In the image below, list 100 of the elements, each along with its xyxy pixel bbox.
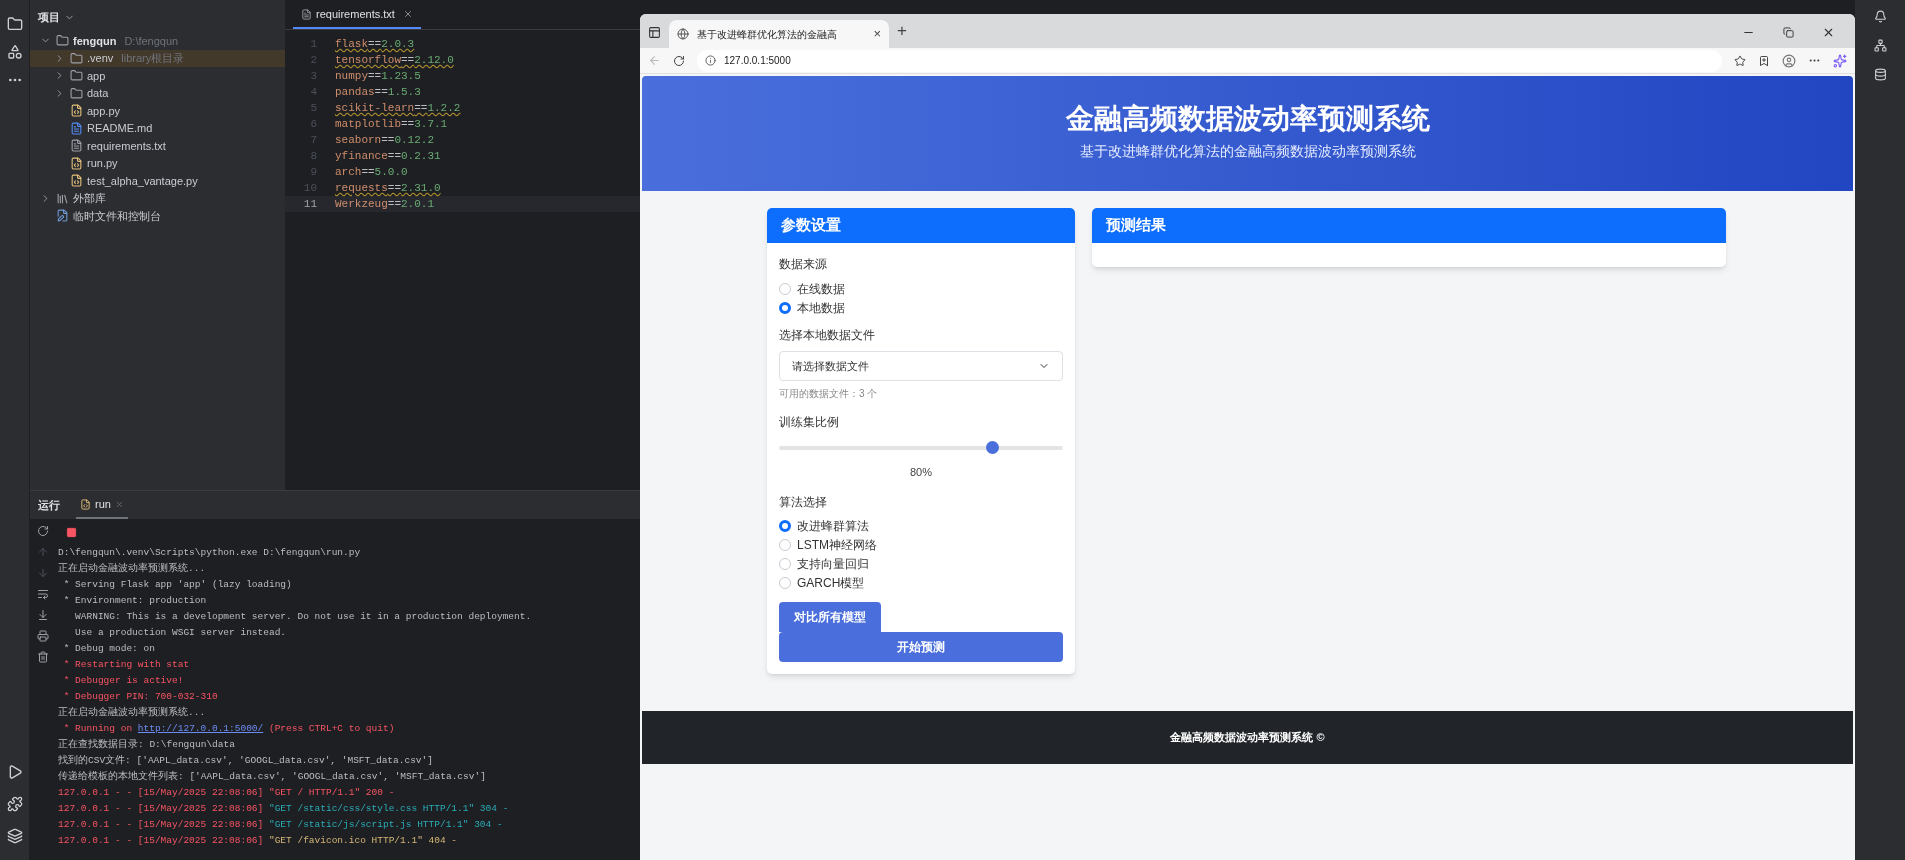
close-icon[interactable] — [402, 9, 413, 19]
structure-icon[interactable] — [6, 44, 23, 60]
code-line: tensorflow==2.12.0 — [335, 52, 454, 68]
run-tab[interactable]: run — [76, 491, 128, 519]
address-bar[interactable]: 127.0.0.1:5000 — [697, 49, 1722, 72]
tree-item[interactable]: test_alpha_vantage.py — [30, 172, 285, 190]
close-icon[interactable] — [1822, 26, 1835, 39]
file-select[interactable]: 请选择数据文件 — [779, 351, 1063, 381]
console-line: 找到的CSV文件: ['AAPL_data.csv', 'GOOGL_data.csv', 'MSFT_data.csv'] — [58, 754, 434, 768]
globe-icon — [677, 28, 689, 40]
console-line: 127.0.0.1 - - [15/May/2025 22:08:06] "GET /static/js/script.js HTTP/1.1" 304 - — [58, 818, 504, 832]
console-line: * Debugger is active! — [62, 674, 185, 688]
console-line: * Debug mode: on — [62, 642, 156, 656]
tree-item[interactable]: run.py — [30, 154, 285, 172]
tree-item[interactable]: README.md — [30, 119, 285, 137]
database-icon[interactable] — [1873, 68, 1887, 81]
console-line: 正在查找数据目录: D:\fengqun\data — [58, 738, 236, 752]
console-line: 127.0.0.1 - - [15/May/2025 22:08:06] "GET / HTTP/1.1" 200 - — [58, 786, 396, 800]
folder-icon — [70, 86, 83, 100]
radio-option[interactable]: LSTM神经网络 — [779, 535, 1063, 555]
tab-actions-icon[interactable] — [648, 26, 661, 39]
python-file-icon — [70, 156, 83, 170]
favorite-icon[interactable] — [1734, 54, 1746, 67]
refresh-icon[interactable] — [673, 54, 685, 67]
tree-item[interactable]: 临时文件和控制台 — [30, 207, 285, 225]
radio-button[interactable] — [779, 301, 791, 314]
python-file-icon — [70, 104, 83, 118]
compare-button[interactable]: 对比所有模型 — [779, 601, 881, 632]
code-line: seaborn==0.12.2 — [335, 132, 435, 148]
scratch-file-icon — [56, 209, 69, 223]
library-icon — [56, 191, 69, 205]
console-line: * Debugger PIN: 700-032-310 — [62, 690, 219, 704]
page-title: 金融高频数据波动率预测系统 — [1065, 105, 1430, 133]
radio-option[interactable]: 本地数据 — [779, 298, 1063, 317]
rerun-icon[interactable] — [37, 525, 49, 537]
restore-icon[interactable] — [1783, 27, 1794, 38]
collections-icon[interactable] — [1758, 54, 1770, 67]
editor-tab[interactable]: requirements.txt — [293, 1, 421, 29]
tree-item[interactable]: .venv library根目录 — [30, 49, 285, 67]
print-icon[interactable] — [37, 630, 49, 642]
plugin-icon[interactable] — [6, 796, 23, 812]
wrap-icon[interactable] — [37, 588, 49, 600]
console-line: 127.0.0.1 - - [15/May/2025 22:08:06] "GET /favicon.ico HTTP/1.1" 404 - — [58, 834, 459, 848]
close-tab-button[interactable]: × — [873, 24, 881, 44]
info-icon — [705, 55, 716, 66]
radio-button[interactable] — [779, 520, 791, 532]
field-label: 训练集比例 — [779, 414, 840, 431]
field-label: 数据来源 — [779, 256, 828, 273]
field-hint: 可用的数据文件：3 个 — [779, 387, 879, 401]
layers-icon[interactable] — [6, 828, 23, 844]
radio-option[interactable]: 在线数据 — [779, 279, 1063, 298]
tree-item[interactable]: app.py — [30, 102, 285, 120]
console-line: Use a production WSGI server instead. — [74, 626, 288, 640]
code-line: matplotlib==3.7.1 — [335, 116, 448, 132]
profile-icon[interactable] — [1782, 53, 1796, 68]
python-file-icon — [70, 174, 83, 188]
copilot-icon[interactable] — [1833, 53, 1847, 68]
panel-title: 运行 — [38, 497, 60, 513]
bell-icon[interactable] — [1873, 10, 1887, 23]
scroll-end-icon[interactable] — [37, 609, 49, 621]
browser-tab[interactable]: 基于改进蜂群优化算法的金融高 × — [669, 20, 889, 48]
radio-option[interactable]: GARCH模型 — [779, 573, 1063, 593]
field-label: 选择本地数据文件 — [779, 327, 876, 344]
code-line: numpy==1.23.5 — [335, 68, 421, 84]
radio-option[interactable]: 支持向量回归 — [779, 554, 1063, 574]
tree-item[interactable]: 外部库 — [30, 189, 285, 207]
folder-icon[interactable] — [6, 16, 23, 32]
console-line: 传递给模板的本地文件列表: ['AAPL_data.csv', 'GOOGL_data.csv', 'MSFT_data.csv'] — [58, 769, 487, 784]
page-subtitle: 基于改进蜂群优化算法的金融高频数据波动率预测系统 — [1079, 142, 1416, 161]
slider-value: 80% — [909, 465, 933, 480]
python-file-icon — [80, 498, 91, 510]
field-label: 算法选择 — [779, 493, 828, 511]
radio-option[interactable]: 改进蜂群算法 — [779, 516, 1063, 536]
code-line: Werkzeug==2.0.1 — [335, 196, 435, 212]
code-line: pandas==1.5.3 — [335, 84, 421, 100]
console-line: WARNING: This is a development server. Do not use it in a production deployment. — [74, 610, 533, 624]
slider-thumb[interactable] — [986, 441, 999, 454]
stop-icon[interactable] — [66, 526, 77, 538]
console-line: 正在启动金融波动率预测系统... — [58, 705, 207, 720]
markdown-file-icon — [70, 121, 83, 135]
code-line: yfinance==0.2.31 — [335, 148, 441, 164]
new-tab-button[interactable]: + — [897, 17, 907, 43]
tree-item[interactable]: app — [30, 67, 285, 85]
line-number: 11 — [302, 196, 318, 212]
console-line: * Serving Flask app 'app' (lazy loading) — [62, 578, 293, 592]
folder-icon — [70, 51, 83, 65]
console-line: 127.0.0.1 - - [15/May/2025 22:08:06] "GET /static/css/style.css HTTP/1.1" 304 - — [58, 802, 510, 816]
console-line: D:\fengqun\.venv\Scripts\python.exe D:\fengqun\run.py — [58, 546, 362, 560]
start-button[interactable]: 开始预测 — [779, 631, 1063, 662]
tree-item[interactable]: fengqun D:\fengqun — [30, 32, 285, 50]
card-title: 预测结果 — [1106, 215, 1166, 236]
ratio-slider[interactable] — [779, 441, 1063, 455]
trash-icon[interactable] — [37, 651, 49, 663]
tree-item[interactable]: data — [30, 84, 285, 102]
footer-text: 金融高频数据波动率预测系统 © — [1170, 729, 1325, 745]
text-file-icon — [70, 139, 83, 153]
console-line: 正在启动金融波动率预测系统... — [58, 561, 207, 576]
console-line: * Restarting with stat — [62, 658, 191, 672]
folder-icon — [70, 69, 83, 83]
tree-item[interactable]: requirements.txt — [30, 137, 285, 155]
